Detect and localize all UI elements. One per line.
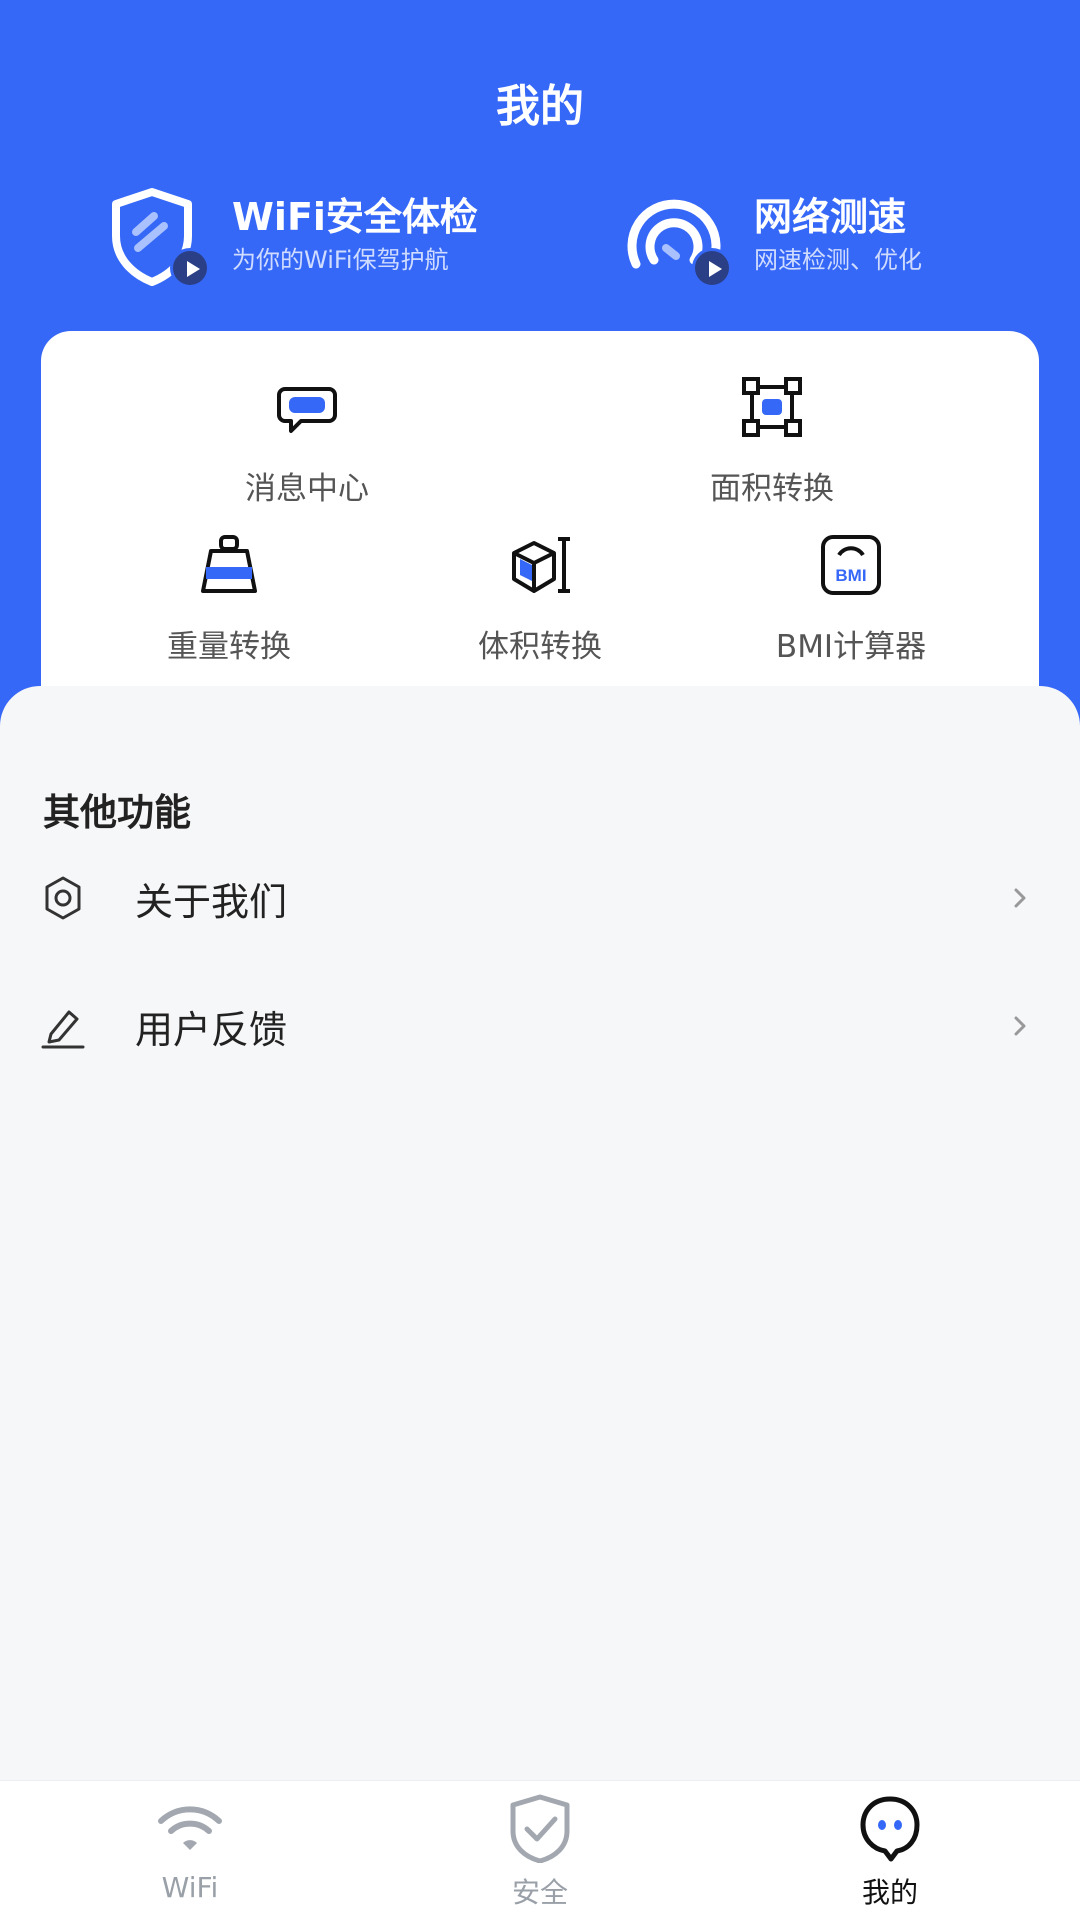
row-label: 关于我们 <box>135 879 288 924</box>
wifi-icon <box>155 1793 225 1863</box>
bmi-icon: BMI <box>819 533 883 597</box>
speedometer-icon <box>624 186 732 288</box>
bottom-tab-bar: WiFi 安全 我的 <box>0 1780 1080 1920</box>
other-functions-sheet: 其他功能 关于我们 用户反馈 <box>0 686 1080 1780</box>
message-icon <box>275 375 339 439</box>
tool-bmi-calculator[interactable]: BMI BMI计算器 <box>731 533 971 666</box>
play-icon <box>692 248 732 288</box>
gear-icon <box>39 874 87 922</box>
tool-label: 体积转换 <box>478 629 602 665</box>
tab-security[interactable]: 安全 <box>450 1793 630 1911</box>
play-icon <box>170 248 210 288</box>
tool-label: 面积转换 <box>710 471 834 507</box>
shield-icon <box>102 186 210 288</box>
bmi-icon-text: BMI <box>835 566 866 585</box>
tool-area-conversion[interactable]: 面积转换 <box>652 375 892 508</box>
page-title: 我的 <box>496 81 584 132</box>
profile-icon <box>855 1793 925 1863</box>
row-label: 用户反馈 <box>135 1007 288 1052</box>
tool-message-center[interactable]: 消息中心 <box>187 375 427 508</box>
feature-title: 网络测速 <box>754 195 907 239</box>
feature-subtitle: 网速检测、优化 <box>754 246 922 274</box>
tab-mine[interactable]: 我的 <box>800 1793 980 1911</box>
pencil-icon <box>39 1002 87 1050</box>
tool-label: 重量转换 <box>167 629 291 665</box>
tab-label: WiFi <box>161 1871 219 1904</box>
chevron-right-icon <box>1000 1006 1040 1046</box>
section-title: 其他功能 <box>43 791 191 834</box>
area-icon <box>740 375 804 439</box>
feature-title: WiFi安全体检 <box>232 195 478 239</box>
wifi-check-card[interactable]: WiFi安全体检 为你的WiFi保驾护航 <box>102 186 478 288</box>
about-us-row[interactable]: 关于我们 <box>0 848 1080 948</box>
chevron-right-icon <box>1000 878 1040 918</box>
user-feedback-row[interactable]: 用户反馈 <box>0 976 1080 1076</box>
weight-icon <box>197 533 261 597</box>
tab-wifi[interactable]: WiFi <box>100 1793 280 1904</box>
speed-test-card[interactable]: 网络测速 网速检测、优化 <box>624 186 922 288</box>
tool-label: 消息中心 <box>245 471 369 507</box>
tool-weight-conversion[interactable]: 重量转换 <box>109 533 349 666</box>
tool-label: BMI计算器 <box>775 629 927 665</box>
shield-check-icon <box>505 1793 575 1864</box>
tool-volume-conversion[interactable]: 体积转换 <box>420 533 660 666</box>
tab-label: 安全 <box>511 1876 568 1909</box>
volume-icon <box>508 533 572 597</box>
tab-label: 我的 <box>861 1876 918 1909</box>
feature-subtitle: 为你的WiFi保驾护航 <box>232 246 449 274</box>
